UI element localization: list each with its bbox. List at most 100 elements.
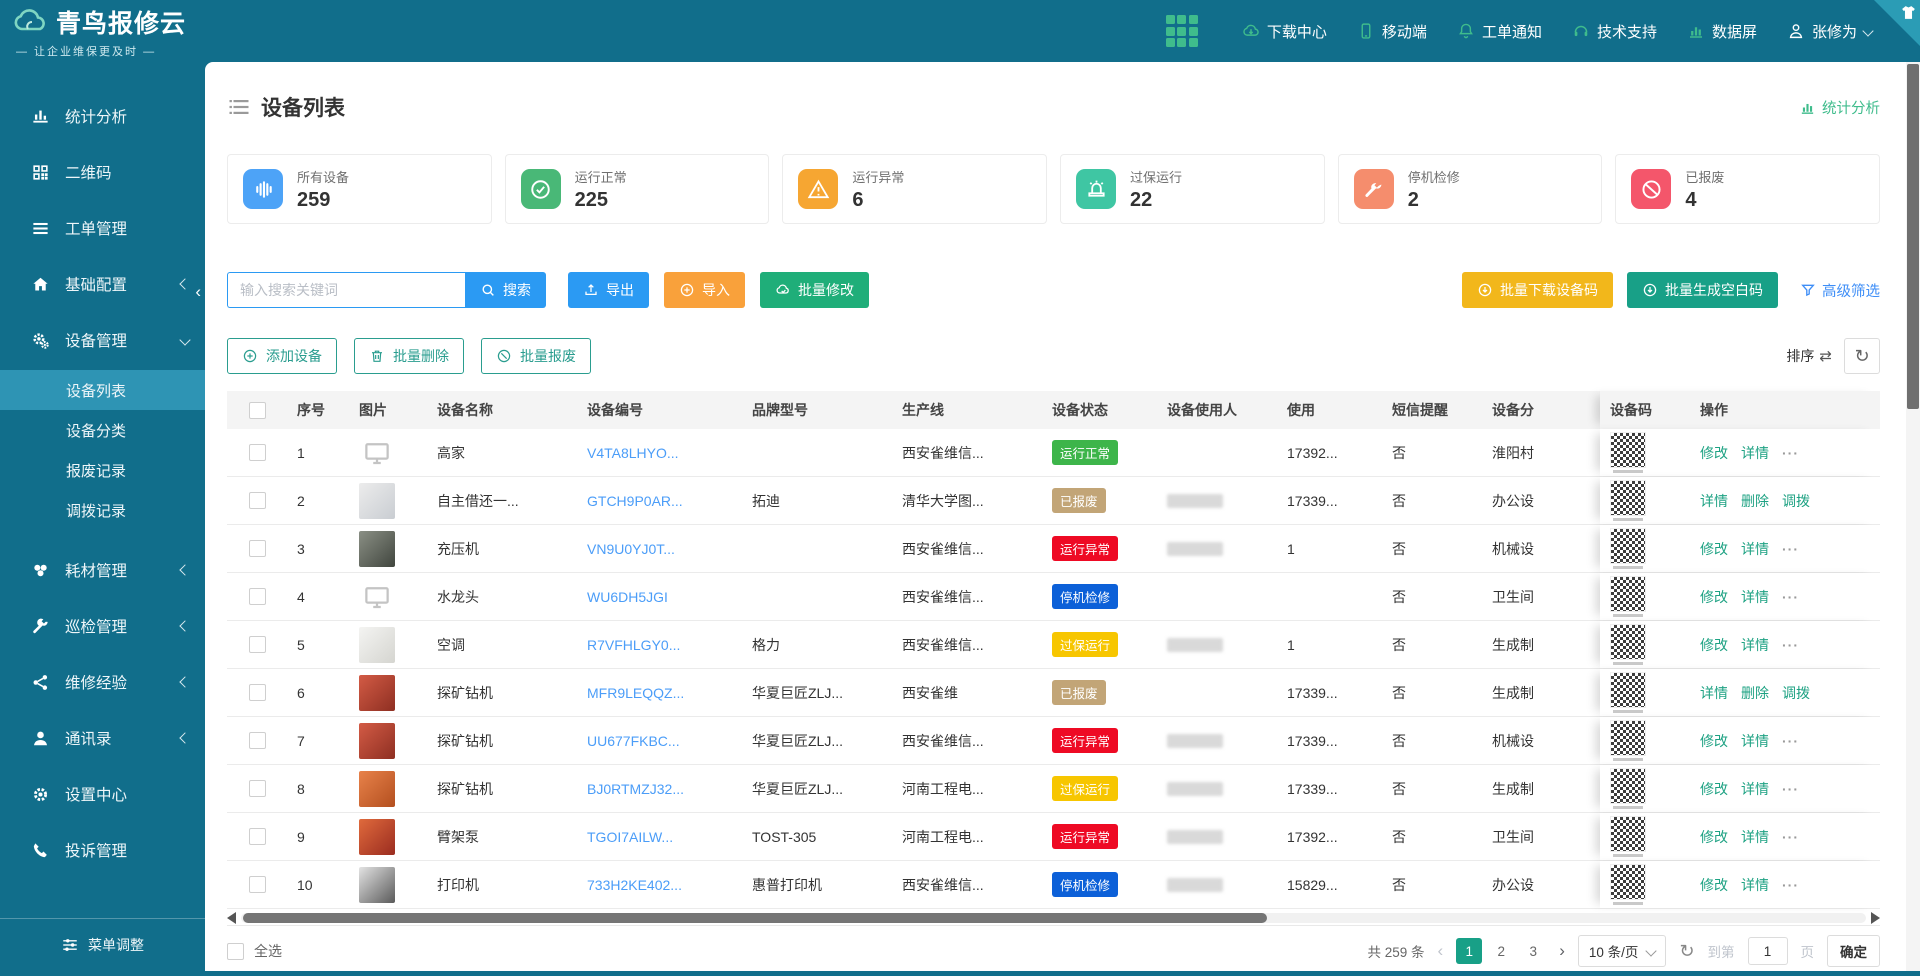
row-checkbox[interactable] (249, 876, 266, 893)
prev-page-arrow[interactable]: ‹ (1438, 941, 1444, 961)
nav-item-2[interactable]: 移动端 (1357, 21, 1427, 42)
search-button[interactable]: 搜索 (465, 272, 546, 308)
goto-page-input[interactable] (1748, 937, 1788, 965)
device-code-link[interactable]: MFR9LEQQZ... (587, 685, 684, 701)
action-修改[interactable]: 修改 (1700, 539, 1728, 559)
device-photo[interactable] (359, 675, 395, 711)
device-photo[interactable] (359, 627, 395, 663)
refresh-table-button[interactable]: ↻ (1844, 338, 1880, 374)
device-code-link[interactable]: 733H2KE402... (587, 877, 682, 893)
device-code-link[interactable]: V4TA8LHYO... (587, 445, 679, 461)
batch-delete-button[interactable]: 批量删除 (354, 338, 464, 374)
row-checkbox[interactable] (249, 828, 266, 845)
select-all[interactable]: 全选 (227, 941, 282, 961)
sort-control[interactable]: 排序 ⇄ (1786, 346, 1832, 366)
action-修改[interactable]: 修改 (1700, 875, 1728, 895)
device-code-link[interactable]: BJ0RTMZJ32... (587, 781, 684, 797)
device-code-link[interactable]: UU677FKBC... (587, 733, 680, 749)
sidebar-item-10[interactable]: 设置中心 (0, 768, 205, 820)
action-详情[interactable]: 详情 (1741, 539, 1769, 559)
sidebar-item-5[interactable]: 设备管理 (0, 314, 205, 366)
device-code-link[interactable]: TGOI7AILW... (587, 829, 673, 845)
action-修改[interactable]: 修改 (1700, 827, 1728, 847)
apps-grid-icon[interactable] (1166, 15, 1198, 47)
device-qr-code[interactable] (1610, 528, 1646, 569)
header-checkbox[interactable] (249, 402, 266, 419)
scroll-left-arrow[interactable] (227, 912, 236, 924)
page-button-1[interactable]: 1 (1456, 938, 1482, 964)
more-actions-button[interactable]: ··· (1782, 877, 1799, 893)
device-qr-code[interactable] (1610, 432, 1646, 473)
import-button[interactable]: 导入 (664, 272, 745, 308)
device-qr-code[interactable] (1610, 672, 1646, 713)
vertical-scroll-thumb[interactable] (1907, 64, 1919, 409)
action-详情[interactable]: 详情 (1741, 875, 1769, 895)
page-size-select[interactable]: 10 条/页 (1578, 935, 1667, 967)
more-actions-button[interactable]: ··· (1782, 589, 1799, 605)
sidebar-item-4[interactable]: 基础配置 (0, 258, 205, 310)
action-调拨[interactable]: 调拨 (1782, 683, 1810, 703)
row-checkbox[interactable] (249, 684, 266, 701)
device-photo[interactable] (359, 483, 395, 519)
sidebar-item-2[interactable]: 二维码 (0, 146, 205, 198)
device-code-link[interactable]: GTCH9P0AR... (587, 493, 683, 509)
batch-edit-button[interactable]: 批量修改 (760, 272, 869, 308)
more-actions-button[interactable]: ··· (1782, 781, 1799, 797)
theme-corner[interactable] (1874, 0, 1920, 46)
sidebar-collapse-icon[interactable]: ‹ (191, 278, 205, 306)
submenu-item-4[interactable]: 调拨记录 (0, 490, 205, 530)
row-checkbox[interactable] (249, 492, 266, 509)
device-code-link[interactable]: WU6DH5JGI (587, 589, 668, 605)
device-photo[interactable] (359, 867, 395, 903)
stats-analysis-link[interactable]: 统计分析 (1799, 97, 1880, 118)
row-checkbox[interactable] (249, 732, 266, 749)
nav-item-1[interactable]: 下载中心 (1242, 21, 1327, 42)
batch-blank-codes-button[interactable]: 批量生成空白码 (1627, 272, 1778, 308)
scroll-right-arrow[interactable] (1871, 912, 1880, 924)
action-调拨[interactable]: 调拨 (1782, 491, 1810, 511)
sidebar-item-11[interactable]: 投诉管理 (0, 824, 205, 876)
nav-item-4[interactable]: 技术支持 (1572, 21, 1657, 42)
row-checkbox[interactable] (249, 540, 266, 557)
sidebar-item-7[interactable]: 巡检管理 (0, 600, 205, 652)
device-photo[interactable] (359, 771, 395, 807)
device-code-link[interactable]: R7VFHLGY0... (587, 637, 680, 653)
device-photo[interactable] (359, 819, 395, 855)
device-photo[interactable] (359, 723, 395, 759)
device-qr-code[interactable] (1610, 720, 1646, 761)
nav-item-3[interactable]: 工单通知 (1457, 21, 1542, 42)
device-qr-code[interactable] (1610, 768, 1646, 809)
more-actions-button[interactable]: ··· (1782, 733, 1799, 749)
sidebar-item-3[interactable]: 工单管理 (0, 202, 205, 254)
action-详情[interactable]: 详情 (1700, 683, 1728, 703)
action-详情[interactable]: 详情 (1741, 443, 1769, 463)
export-button[interactable]: 导出 (568, 272, 649, 308)
action-详情[interactable]: 详情 (1741, 779, 1769, 799)
next-page-arrow[interactable]: › (1559, 941, 1565, 961)
more-actions-button[interactable]: ··· (1782, 445, 1799, 461)
refresh-pagination-icon[interactable]: ↻ (1679, 941, 1694, 962)
device-qr-code[interactable] (1610, 624, 1646, 665)
action-修改[interactable]: 修改 (1700, 443, 1728, 463)
action-详情[interactable]: 详情 (1741, 731, 1769, 751)
action-修改[interactable]: 修改 (1700, 779, 1728, 799)
row-checkbox[interactable] (249, 636, 266, 653)
more-actions-button[interactable]: ··· (1782, 829, 1799, 845)
sidebar-item-6[interactable]: 耗材管理 (0, 544, 205, 596)
action-修改[interactable]: 修改 (1700, 635, 1728, 655)
page-button-2[interactable]: 2 (1488, 938, 1514, 964)
menu-adjust-button[interactable]: 菜单调整 (0, 918, 205, 971)
submenu-item-1[interactable]: 设备列表 (0, 370, 205, 410)
action-详情[interactable]: 详情 (1741, 587, 1769, 607)
submenu-item-3[interactable]: 报废记录 (0, 450, 205, 490)
action-删除[interactable]: 删除 (1741, 683, 1769, 703)
batch-scrap-button[interactable]: 批量报废 (481, 338, 591, 374)
action-修改[interactable]: 修改 (1700, 587, 1728, 607)
action-详情[interactable]: 详情 (1700, 491, 1728, 511)
scroll-thumb[interactable] (243, 913, 1267, 923)
more-actions-button[interactable]: ··· (1782, 541, 1799, 557)
row-checkbox[interactable] (249, 780, 266, 797)
scroll-track[interactable] (241, 913, 1866, 923)
action-详情[interactable]: 详情 (1741, 827, 1769, 847)
action-删除[interactable]: 删除 (1741, 491, 1769, 511)
